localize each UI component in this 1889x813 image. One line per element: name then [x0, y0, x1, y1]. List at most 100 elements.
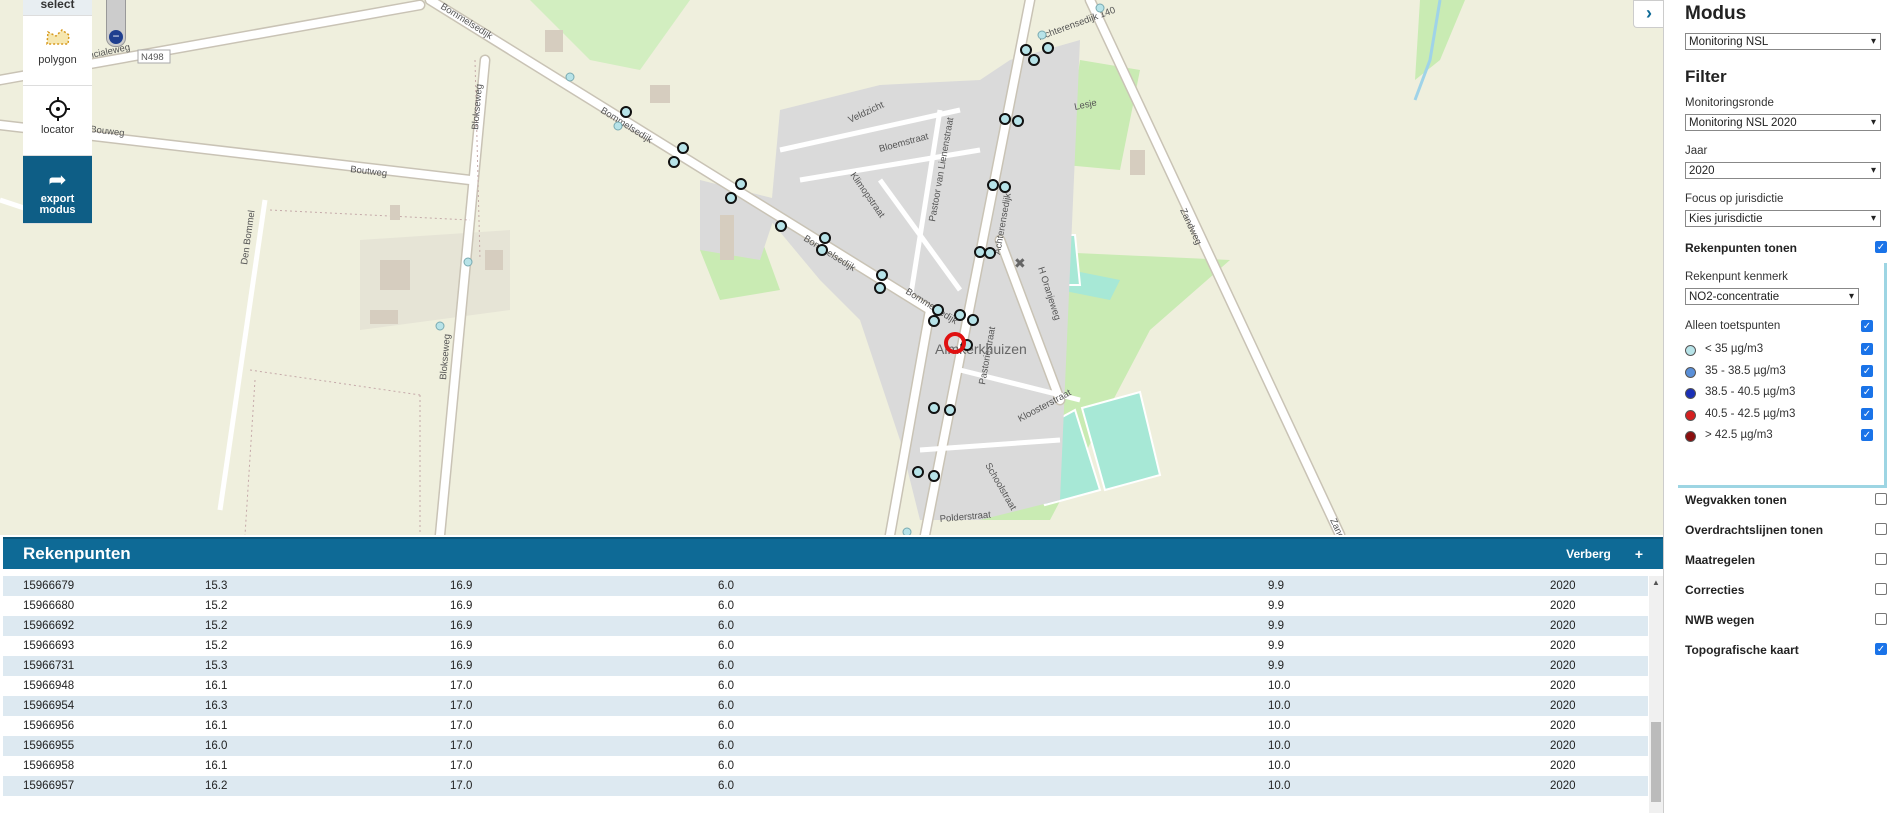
focus-select[interactable]: Kies jurisdictie ▾ — [1685, 210, 1881, 227]
table-row[interactable]: 15966948 16.1 17.0 6.0 10.0 2020 — [3, 676, 1648, 696]
table-row[interactable]: 15966692 15.2 16.9 6.0 9.9 2020 — [3, 616, 1648, 636]
table-row[interactable]: 15966957 16.2 17.0 6.0 10.0 2020 — [3, 776, 1648, 796]
table-row[interactable]: 15966955 16.0 17.0 6.0 10.0 2020 — [3, 736, 1648, 756]
table-cell: 10.0 — [1248, 696, 1530, 716]
ronde-select-value: Monitoring NSL 2020 — [1689, 117, 1797, 129]
table-row[interactable]: 15966680 15.2 16.9 6.0 9.9 2020 — [3, 596, 1648, 616]
table-cell: 2020 — [1530, 776, 1648, 796]
legend-swatch — [1685, 431, 1696, 442]
table-cell: 6.0 — [698, 676, 1248, 696]
modus-select-value: Monitoring NSL — [1689, 36, 1769, 48]
zoom-out-button[interactable]: − — [109, 30, 123, 44]
table-cell: 2020 — [1530, 636, 1648, 656]
layer-checkbox[interactable]: ✓ — [1875, 643, 1887, 655]
chevron-down-icon: ▾ — [1848, 291, 1854, 302]
results-panel: Rekenpunten Verberg + 15966679 15.3 16.9 6.… — [3, 537, 1663, 813]
jaar-select-value: 2020 — [1689, 165, 1715, 177]
table-cell: 15966693 — [3, 636, 185, 656]
kenmerk-select[interactable]: NO2-concentratie ▾ — [1685, 288, 1859, 305]
jaar-select[interactable]: 2020 ▾ — [1685, 162, 1881, 179]
table-cell: 17.0 — [430, 776, 698, 796]
table-cell: 2020 — [1530, 596, 1648, 616]
table-cell: 2020 — [1530, 716, 1648, 736]
layer-toggle-label: NWB wegen — [1685, 613, 1755, 627]
focus-select-value: Kies jurisdictie — [1689, 213, 1763, 225]
layer-checkbox[interactable] — [1875, 523, 1887, 535]
chevron-down-icon: ▾ — [1870, 36, 1876, 47]
table-row[interactable]: 15966679 15.3 16.9 6.0 9.9 2020 — [3, 576, 1648, 596]
modus-select[interactable]: Monitoring NSL ▾ — [1685, 33, 1881, 50]
filter-heading: Filter — [1685, 67, 1727, 86]
table-cell: 6.0 — [698, 656, 1248, 676]
table-cell: 10.0 — [1248, 756, 1530, 776]
zoom-slider[interactable]: − — [106, 0, 126, 47]
legend-checkbox[interactable]: ✓ — [1861, 407, 1873, 420]
table-row[interactable]: 15966956 16.1 17.0 6.0 10.0 2020 — [3, 716, 1648, 736]
collapse-sidebar-button[interactable]: › — [1633, 0, 1664, 28]
scroll-up-arrow-icon[interactable]: ▲ — [1649, 576, 1663, 590]
table-row[interactable]: 15966958 16.1 17.0 6.0 10.0 2020 — [3, 756, 1648, 776]
legend-swatch — [1685, 409, 1696, 421]
toets-checkbox[interactable]: ✓ — [1861, 320, 1873, 332]
map-toolbar: select polygon locator ➦ export modus — [23, 0, 92, 224]
table-cell: 2020 — [1530, 616, 1648, 636]
select-tool-label: select — [40, 0, 75, 11]
table-cell: 15966692 — [3, 616, 185, 636]
table-cell: 15.3 — [185, 656, 430, 676]
legend-checkbox[interactable]: ✓ — [1861, 343, 1873, 355]
table-cell: 2020 — [1530, 656, 1648, 676]
filter-sidebar: Modus Monitoring NSL ▾ Filter Monitorings… — [1663, 0, 1889, 813]
layer-checkbox[interactable] — [1875, 583, 1887, 595]
legend-checkbox[interactable]: ✓ — [1861, 386, 1873, 398]
locator-tool-button[interactable]: locator — [23, 86, 92, 156]
table-row[interactable]: 15966731 15.3 16.9 6.0 9.9 2020 — [3, 656, 1648, 676]
svg-text:N498: N498 — [141, 52, 164, 63]
legend-swatch — [1685, 345, 1696, 356]
table-cell: 15966948 — [3, 676, 185, 696]
table-cell: 9.9 — [1248, 656, 1530, 676]
polygon-icon — [23, 26, 92, 54]
table-cell: 17.0 — [430, 676, 698, 696]
layer-checkbox[interactable] — [1875, 493, 1887, 505]
table-cell: 16.3 — [185, 696, 430, 716]
table-scrollbar[interactable]: ▲ — [1649, 576, 1663, 813]
svg-text:Zand: Zand — [1327, 517, 1346, 535]
legend-checkbox[interactable]: ✓ — [1861, 364, 1873, 377]
table-cell: 2020 — [1530, 736, 1648, 756]
jaar-label: Jaar — [1685, 145, 1708, 157]
layer-checkbox[interactable] — [1875, 613, 1887, 625]
table-cell: 15966731 — [3, 656, 185, 676]
table-cell: 10.0 — [1248, 736, 1530, 756]
expand-panel-button[interactable]: + — [1635, 546, 1643, 562]
polygon-tool-button[interactable]: polygon — [23, 16, 92, 86]
polygon-tool-label: polygon — [38, 54, 77, 66]
ronde-select[interactable]: Monitoring NSL 2020 ▾ — [1685, 114, 1881, 131]
table-cell: 16.2 — [185, 776, 430, 796]
table-cell: 16.9 — [430, 656, 698, 676]
map-canvas[interactable]: Provincialeweg N498 Bommelsedijk Bommels… — [0, 0, 1663, 535]
hide-panel-button[interactable]: Verberg — [1566, 547, 1611, 561]
map-view[interactable]: Provincialeweg N498 Bommelsedijk Bommels… — [0, 0, 1663, 535]
table-cell: 15966954 — [3, 696, 185, 716]
scrollbar-thumb[interactable] — [1651, 722, 1661, 802]
toets-label: Alleen toetspunten — [1685, 320, 1781, 332]
rekenpunten-checkbox[interactable]: ✓ — [1875, 241, 1887, 253]
table-cell: 9.9 — [1248, 576, 1530, 596]
select-tool-button[interactable]: select — [23, 0, 92, 16]
table-cell: 15.2 — [185, 616, 430, 636]
table-cell: 6.0 — [698, 736, 1248, 756]
table-cell: 2020 — [1530, 696, 1648, 716]
export-label-2: modus — [39, 204, 76, 216]
table-cell: 15966679 — [3, 576, 185, 596]
svg-text:✖: ✖ — [1014, 255, 1026, 271]
layer-checkbox[interactable] — [1875, 553, 1887, 565]
legend-checkbox[interactable]: ✓ — [1861, 429, 1873, 441]
results-table-container[interactable]: 15966679 15.3 16.9 6.0 9.9 2020 15966680 15.2 16… — [3, 576, 1648, 813]
table-row[interactable]: 15966693 15.2 16.9 6.0 9.9 2020 — [3, 636, 1648, 656]
table-cell: 15.3 — [185, 576, 430, 596]
table-cell: 15.2 — [185, 636, 430, 656]
export-mode-button[interactable]: ➦ export modus — [23, 156, 92, 224]
table-row[interactable]: 15966954 16.3 17.0 6.0 10.0 2020 — [3, 696, 1648, 716]
table-cell: 15966957 — [3, 776, 185, 796]
locator-tool-label: locator — [40, 124, 75, 136]
